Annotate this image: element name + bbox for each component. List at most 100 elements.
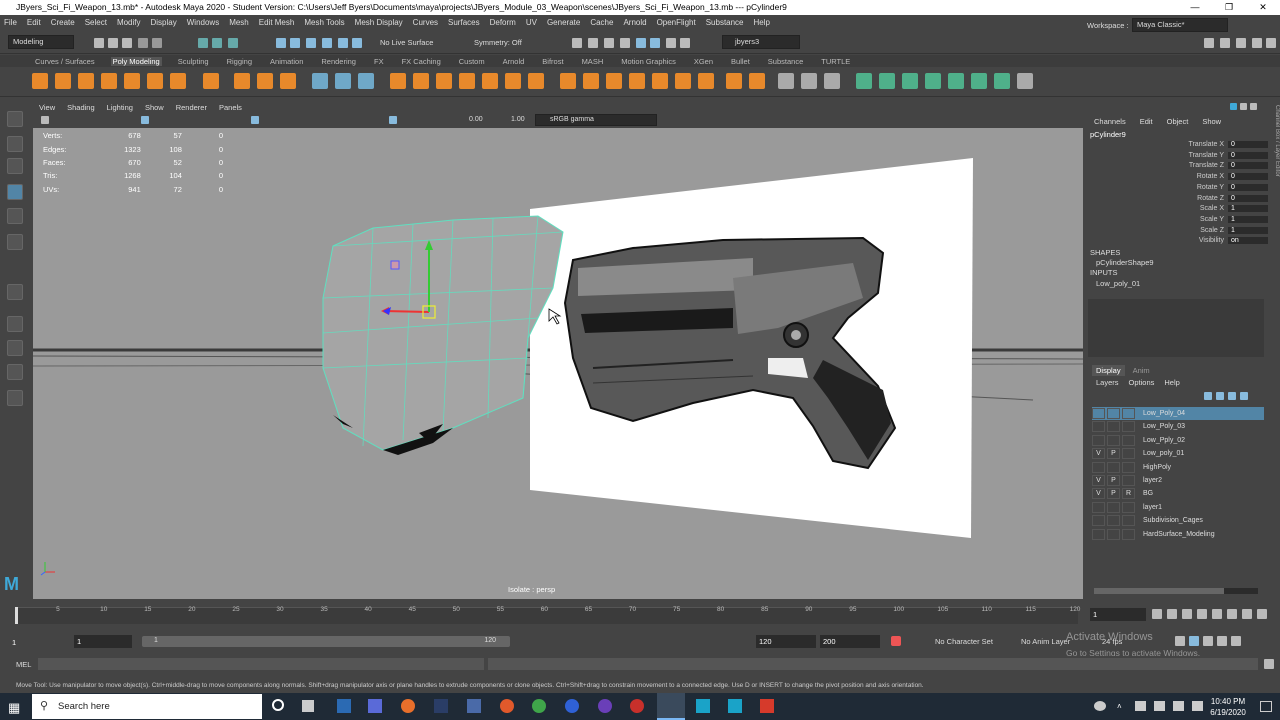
firefox-icon[interactable] xyxy=(401,699,415,713)
network-icon[interactable] xyxy=(1135,701,1146,711)
connect-icon[interactable] xyxy=(606,73,622,89)
layer-toggle-r[interactable] xyxy=(1122,528,1135,540)
command-input[interactable] xyxy=(38,658,484,670)
pause-icon[interactable] xyxy=(680,38,690,48)
channel-row[interactable]: Scale X 1 xyxy=(1146,205,1276,213)
channel-row[interactable]: Rotate Z 0 xyxy=(1146,194,1276,202)
layer-toggle-p[interactable] xyxy=(1107,501,1120,513)
layer-name[interactable]: HighPoly xyxy=(1143,464,1171,471)
layer-toggle-p[interactable] xyxy=(1107,408,1120,419)
close-icon[interactable]: ✕ xyxy=(1246,0,1280,15)
anim-start-field[interactable]: 1 xyxy=(12,638,16,647)
open-scene-icon[interactable] xyxy=(108,38,118,48)
channel-value[interactable]: 0 xyxy=(1228,141,1268,148)
separate-icon[interactable] xyxy=(335,73,351,89)
app-icon-1[interactable] xyxy=(368,699,382,713)
channel-menu-show[interactable]: Show xyxy=(1202,117,1221,126)
shelf-tab-rendering[interactable]: Rendering xyxy=(319,57,358,66)
minimize-icon[interactable]: — xyxy=(1178,0,1212,15)
shelf-tab-fx-caching[interactable]: FX Caching xyxy=(400,57,443,66)
channel-value[interactable]: 1 xyxy=(1228,205,1268,213)
user-dropdown[interactable]: jbyers3 xyxy=(722,35,800,49)
app-icon-10[interactable] xyxy=(760,699,774,713)
menu-cache[interactable]: Cache xyxy=(590,18,613,27)
anim-end-field[interactable]: 200 xyxy=(820,635,880,648)
volume-icon[interactable] xyxy=(1154,701,1165,711)
layer-name[interactable]: Low_Poly_03 xyxy=(1143,423,1185,430)
light-editor-icon[interactable] xyxy=(666,38,676,48)
save-scene-icon[interactable] xyxy=(122,38,132,48)
layer-toggle-v[interactable]: V xyxy=(1092,488,1105,500)
arnold-render-icon[interactable] xyxy=(650,38,660,48)
four-pane-icon[interactable] xyxy=(7,316,23,332)
side-tab-channel-box[interactable]: Channel Box / Layer Editor xyxy=(1270,105,1280,345)
app-icon-2[interactable] xyxy=(434,699,448,713)
append-polygon-icon[interactable] xyxy=(652,73,668,89)
channel-row[interactable]: Rotate Y 0 xyxy=(1146,183,1276,191)
shelf-tab-turtle[interactable]: TURTLE xyxy=(819,57,852,66)
svg-tool-icon[interactable] xyxy=(280,73,296,89)
layer-toggle-p[interactable] xyxy=(1107,515,1120,527)
app-icon-7[interactable] xyxy=(630,699,644,713)
shelf-tab-rigging[interactable]: Rigging xyxy=(225,57,254,66)
menu-display[interactable]: Display xyxy=(151,18,177,27)
ipr-render-icon[interactable] xyxy=(604,38,614,48)
app-icon-3[interactable] xyxy=(500,699,514,713)
layer-toggle-r[interactable] xyxy=(1122,475,1135,486)
move-tool-icon[interactable] xyxy=(7,184,23,200)
current-frame-field[interactable]: 1 xyxy=(1090,608,1146,621)
viewport-menu-shading[interactable]: Shading xyxy=(67,103,95,112)
layer-row[interactable]: Low_Pply_02 xyxy=(1092,434,1264,447)
edge-browser-icon[interactable] xyxy=(337,699,351,713)
hypershade-icon[interactable] xyxy=(636,38,646,48)
menu-select[interactable]: Select xyxy=(85,18,107,27)
playback-start-field[interactable]: 1 xyxy=(74,635,132,648)
layer-row[interactable]: Low_Poly_04 xyxy=(1092,407,1264,420)
poly-plane-icon[interactable] xyxy=(147,73,163,89)
poly-sphere-icon[interactable] xyxy=(32,73,48,89)
mel-label[interactable]: MEL xyxy=(16,660,31,669)
mirror-icon[interactable] xyxy=(459,73,475,89)
anim-layer-dropdown[interactable]: No Anim Layer xyxy=(1021,637,1070,646)
camera-select-icon[interactable] xyxy=(41,116,49,124)
viewport-menu-renderer[interactable]: Renderer xyxy=(176,103,207,112)
channel-row[interactable]: Translate Y 0 xyxy=(1146,151,1276,159)
offset-edge-loop-icon[interactable] xyxy=(801,73,817,89)
menu-edit-mesh[interactable]: Edit Mesh xyxy=(259,18,295,27)
layer-toggle-v[interactable]: V xyxy=(1092,475,1105,486)
poly-cylinder-icon[interactable] xyxy=(78,73,94,89)
snap-live-icon[interactable] xyxy=(352,38,362,48)
bevel-icon[interactable] xyxy=(528,73,544,89)
app-icon-9[interactable] xyxy=(728,699,742,713)
layer-toggle-r[interactable]: R xyxy=(1122,488,1135,500)
colorspace-dropdown[interactable]: sRGB gamma xyxy=(535,114,657,126)
multi-cut-icon[interactable] xyxy=(560,73,576,89)
layer-row[interactable]: layer1 xyxy=(1092,501,1264,514)
poly-cone-icon[interactable] xyxy=(101,73,117,89)
toggle-modeling-toolkit-icon[interactable] xyxy=(1266,38,1276,48)
layers-menu-item[interactable]: Layers xyxy=(1096,378,1119,387)
low-poly-mesh[interactable] xyxy=(322,215,564,455)
task-view-icon[interactable] xyxy=(302,700,314,712)
step-forward-key-icon[interactable] xyxy=(1242,609,1252,619)
app-icon-4[interactable] xyxy=(532,699,546,713)
channel-value[interactable]: 0 xyxy=(1228,194,1268,202)
snap-view-icon[interactable] xyxy=(322,38,332,48)
automatic-uv-icon[interactable] xyxy=(879,73,895,89)
taskbar-search-box[interactable]: ⚲ Search here xyxy=(32,694,262,719)
symmetry-label[interactable]: Symmetry: Off xyxy=(474,38,522,47)
chamfer-icon[interactable] xyxy=(749,73,765,89)
sound-icon[interactable] xyxy=(1203,636,1213,646)
language-icon[interactable] xyxy=(1192,701,1203,711)
calculator-icon[interactable] xyxy=(467,699,481,713)
live-surface-label[interactable]: No Live Surface xyxy=(380,38,433,47)
shelf-tab-curves-surfaces[interactable]: Curves / Surfaces xyxy=(33,57,97,66)
time-slider[interactable]: 5 10 15 20 25 30 35 40 45 50 55 60 65 70 75 80 85 90 95 100… xyxy=(0,603,1090,628)
layer-toggle-v[interactable] xyxy=(1092,408,1105,419)
select-tool-icon[interactable] xyxy=(7,111,23,127)
settings-icon[interactable] xyxy=(1231,636,1241,646)
go-to-start-icon[interactable] xyxy=(1152,609,1162,619)
layer-toggle-v[interactable] xyxy=(1092,515,1105,527)
render-frame-icon[interactable] xyxy=(588,38,598,48)
layer-row[interactable]: Subdivision_Cages xyxy=(1092,514,1264,527)
